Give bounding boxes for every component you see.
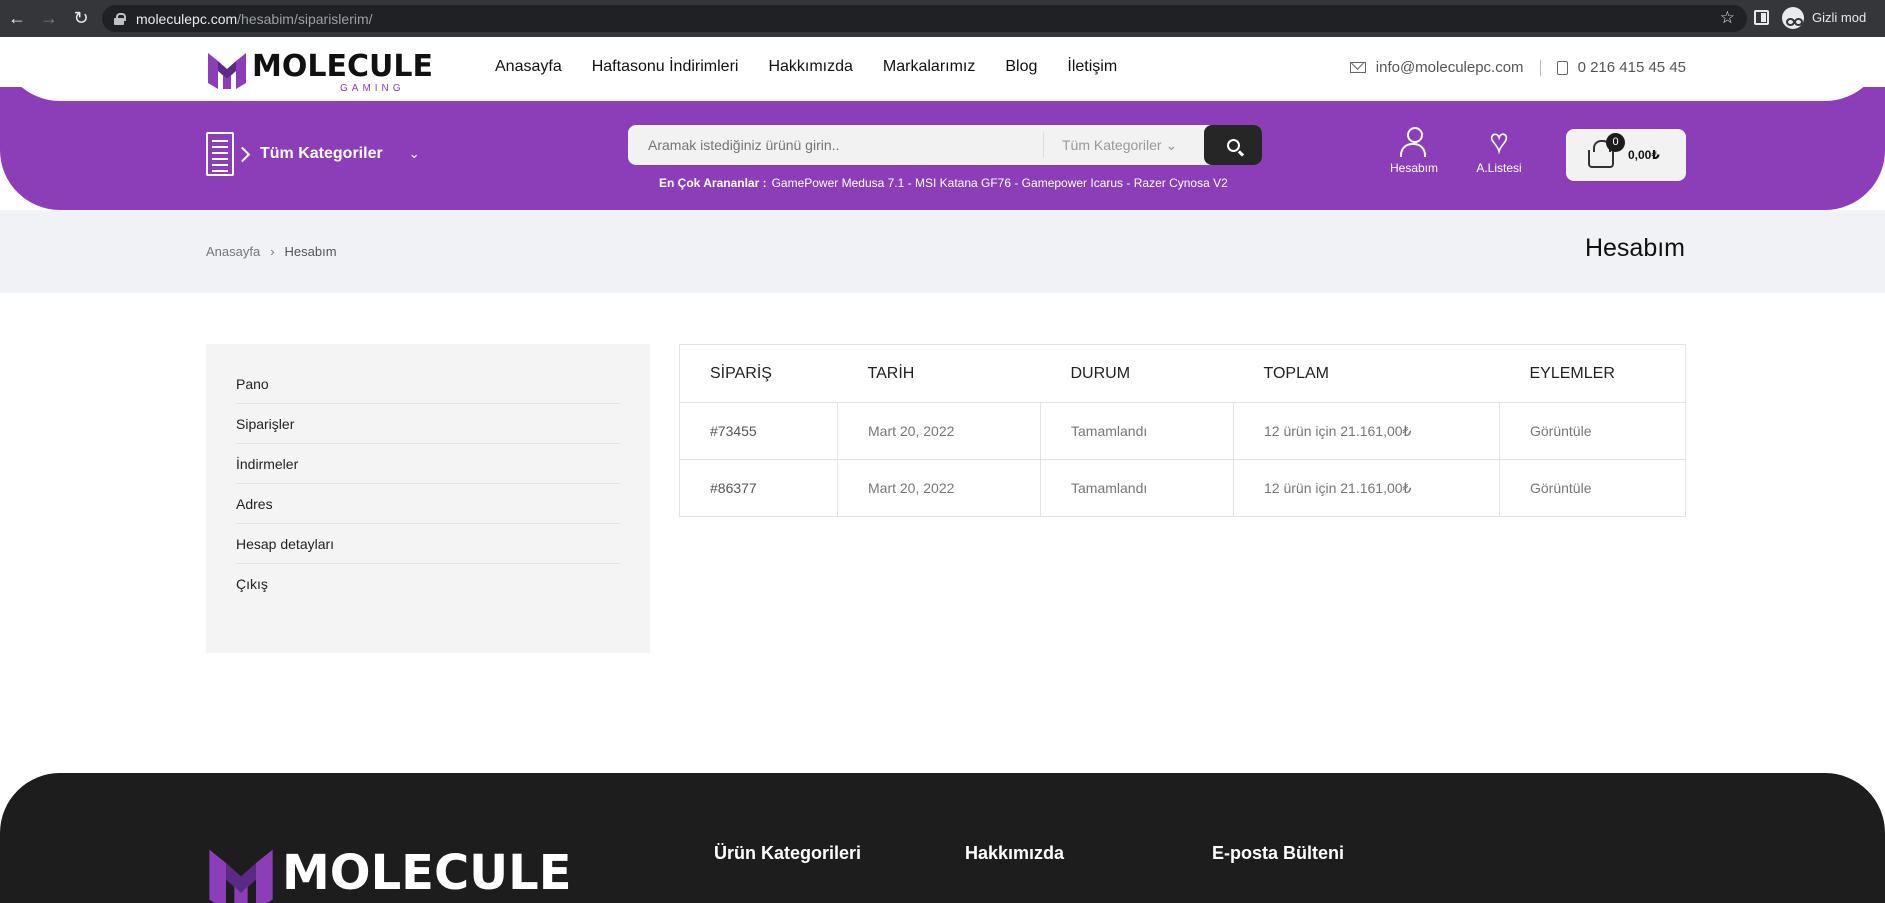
footer-logo[interactable]: MOLECULE [206, 843, 572, 903]
top-navigation: MOLECULE GAMING Anasayfa Haftasonu İndir… [0, 37, 1885, 107]
wishlist-link[interactable]: ♥ A.Listesi [1470, 125, 1528, 175]
search-category-label: Tüm Kategoriler [1062, 136, 1162, 153]
phone-icon [1556, 60, 1568, 75]
orders-table-header: SİPARİŞ TARİH DURUM TOPLAM EYLEMLER [679, 344, 1686, 403]
breadcrumb: Anasayfa › Hesabım [206, 244, 337, 259]
cart-count-badge: 0 [1606, 133, 1625, 152]
heart-icon: ♥ [1489, 125, 1508, 158]
account-sidebar: Pano Siparişler İndirmeler Adres Hesap d… [206, 344, 650, 653]
page-title: Hesabım [1584, 234, 1685, 262]
nav-home[interactable]: Anasayfa [495, 58, 562, 76]
footer-logo-wordmark: MOLECULE [282, 845, 572, 901]
col-actions: EYLEMLER [1499, 344, 1686, 403]
side-panel-icon[interactable] [1754, 10, 1769, 25]
site-footer: MOLECULE Ürün Kategorileri Hakkımızda E-… [0, 773, 1885, 903]
logo-tagline: GAMING [340, 83, 405, 94]
footer-heading-about: Hakkımızda [965, 843, 1065, 863]
site-logo[interactable]: MOLECULE GAMING [206, 47, 433, 94]
nav-brands[interactable]: Markalarımız [883, 58, 975, 76]
footer-heading-categories: Ürün Kategorileri [714, 843, 862, 863]
incognito-label: Gizli mod [1812, 10, 1867, 25]
col-order: SİPARİŞ [679, 344, 838, 403]
search-button[interactable] [1204, 125, 1262, 165]
all-categories-label: Tüm Kategoriler [260, 145, 383, 162]
account-link[interactable]: Hesabım [1386, 127, 1442, 175]
chevron-down-icon: ⌄ [408, 146, 420, 161]
sidebar-item-orders[interactable]: Siparişler [236, 404, 620, 444]
col-date: TARİH [837, 344, 1041, 403]
mail-icon [1349, 62, 1366, 73]
logo-wordmark: MOLECULE [252, 49, 433, 84]
all-categories-menu[interactable]: Tüm Kategoriler ⌄ [206, 132, 420, 176]
table-row: #86377 Mart 20, 2022 Tamamlandı 12 ürün … [679, 459, 1686, 517]
breadcrumb-home[interactable]: Anasayfa [206, 244, 260, 259]
sidebar-item-downloads[interactable]: İndirmeler [236, 444, 620, 484]
cart-total: 0,00₺ [1628, 148, 1660, 162]
sidebar-item-account-details[interactable]: Hesap detayları [236, 524, 620, 564]
contact-phone[interactable]: 0 216 415 45 45 [1578, 59, 1686, 76]
sidebar-item-logout[interactable]: Çıkış [236, 564, 620, 603]
cart-button[interactable]: 0 0,00₺ [1566, 129, 1686, 181]
forward-arrow-icon[interactable]: → [34, 4, 64, 34]
incognito-icon[interactable] [1782, 7, 1804, 29]
sidebar-item-address[interactable]: Adres [236, 484, 620, 524]
molecule-logo-icon [208, 53, 246, 89]
breadcrumb-band: Anasayfa › Hesabım Hesabım [0, 210, 1885, 293]
lock-icon [114, 12, 126, 25]
order-status: Tamamlandı [1040, 402, 1234, 460]
breadcrumb-separator-icon: › [270, 244, 275, 259]
contact-email[interactable]: info@moleculepc.com [1376, 59, 1524, 76]
breadcrumb-current: Hesabım [284, 244, 337, 259]
footer-heading-newsletter: E-posta Bülteni [1212, 843, 1345, 863]
contact-info: info@moleculepc.com 0 216 415 45 45 [1349, 59, 1686, 76]
nav-blog[interactable]: Blog [1005, 58, 1037, 76]
back-arrow-icon[interactable]: ← [2, 4, 32, 34]
browser-toolbar: ← → ↻ moleculepc.com /hesabim/siparisler… [0, 0, 1885, 37]
sidebar-item-dashboard[interactable]: Pano [236, 364, 620, 404]
search-category-select[interactable]: Tüm Kategoriler ⌄ [1044, 137, 1204, 154]
popular-searches-label: En Çok Arananlar : [659, 176, 767, 190]
order-id[interactable]: #73455 [679, 402, 838, 460]
basket-icon [1588, 140, 1614, 168]
order-date: Mart 20, 2022 [837, 402, 1041, 460]
reload-icon[interactable]: ↻ [66, 4, 96, 34]
col-total: TOPLAM [1233, 344, 1500, 403]
order-total: 12 ürün için 21.161,00₺ [1233, 459, 1500, 517]
search-input[interactable] [628, 125, 1043, 165]
table-row: #73455 Mart 20, 2022 Tamamlandı 12 ürün … [679, 402, 1686, 460]
order-date: Mart 20, 2022 [837, 459, 1041, 517]
nav-contact[interactable]: İletişim [1067, 58, 1117, 76]
popular-searches: En Çok Arananlar : GamePower Medusa 7.1 -… [659, 176, 1228, 190]
molecule-logo-icon [209, 849, 273, 903]
categories-list-icon [206, 132, 234, 176]
url-host: moleculepc.com [136, 10, 238, 27]
contact-separator [1539, 59, 1541, 76]
order-total: 12 ürün için 21.161,00₺ [1233, 402, 1500, 460]
col-status: DURUM [1040, 344, 1234, 403]
account-label: Hesabım [1389, 161, 1439, 175]
user-icon [1399, 127, 1429, 157]
order-view-link[interactable]: Görüntüle [1499, 459, 1686, 517]
search-icon [1226, 138, 1240, 152]
url-path: /hesabim/siparislerim/ [237, 10, 373, 27]
address-bar[interactable]: moleculepc.com /hesabim/siparislerim/ ☆ [102, 5, 1747, 32]
main-menu: Anasayfa Haftasonu İndirimleri Hakkımızd… [495, 58, 1117, 76]
order-id[interactable]: #86377 [679, 459, 838, 517]
orders-table: SİPARİŞ TARİH DURUM TOPLAM EYLEMLER #734… [679, 344, 1686, 517]
nav-about[interactable]: Hakkımızda [768, 58, 852, 76]
search-bar: Tüm Kategoriler ⌄ [628, 125, 1262, 165]
order-status: Tamamlandı [1040, 459, 1234, 517]
popular-searches-terms[interactable]: GamePower Medusa 7.1 - MSI Katana GF76 -… [772, 176, 1228, 190]
bookmark-star-icon[interactable]: ☆ [1720, 8, 1735, 28]
nav-weekend-deals[interactable]: Haftasonu İndirimleri [592, 58, 739, 76]
order-view-link[interactable]: Görüntüle [1499, 402, 1686, 460]
wishlist-label: A.Listesi [1476, 161, 1522, 175]
